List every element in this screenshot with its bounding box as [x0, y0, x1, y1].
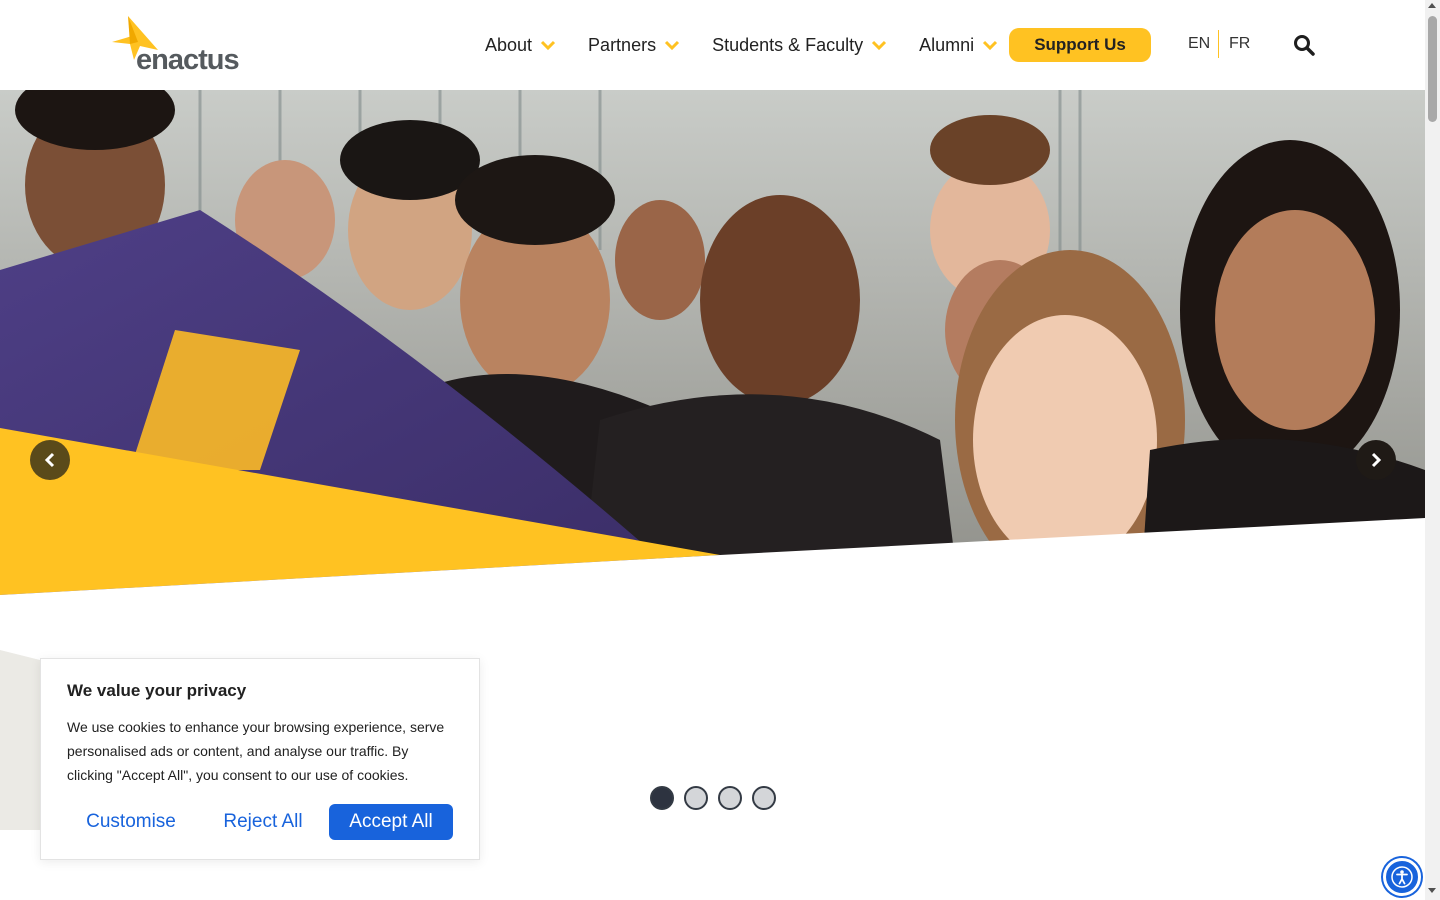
- nav-label: About: [485, 34, 533, 55]
- scroll-up-arrow-icon[interactable]: [1428, 3, 1436, 8]
- chevron-down-icon: [665, 40, 680, 51]
- scroll-down-arrow-icon[interactable]: [1428, 888, 1436, 893]
- page: enactus About Partners Students & Facult…: [0, 0, 1440, 900]
- search-icon[interactable]: [1292, 33, 1316, 57]
- slider-dot-4[interactable]: [752, 786, 776, 810]
- chevron-down-icon: [983, 40, 998, 51]
- nav-item-about[interactable]: About: [485, 35, 556, 56]
- scrollbar-thumb[interactable]: [1428, 16, 1437, 122]
- chevron-right-icon: [1371, 452, 1382, 468]
- chevron-left-icon: [44, 452, 55, 468]
- slider-next-button[interactable]: [1356, 440, 1396, 480]
- slider-pagination: [650, 786, 786, 810]
- cookie-consent-banner: We value your privacy We use cookies to …: [40, 658, 480, 860]
- nav-item-partners[interactable]: Partners: [588, 35, 680, 56]
- site-header: enactus About Partners Students & Facult…: [0, 0, 1425, 90]
- cookie-title: We value your privacy: [67, 681, 247, 700]
- nav-label: Alumni: [919, 34, 975, 55]
- nav-label: Partners: [588, 34, 657, 55]
- chevron-down-icon: [540, 40, 556, 51]
- chevron-down-icon: [872, 40, 887, 51]
- slider-prev-button[interactable]: [30, 440, 70, 480]
- support-us-button[interactable]: Support Us: [1009, 28, 1151, 62]
- reject-all-button[interactable]: Reject All: [211, 804, 315, 840]
- page-scrollbar[interactable]: [1425, 0, 1440, 900]
- main-nav: About Partners Students & Faculty Alumni: [485, 28, 1030, 62]
- lang-divider: [1218, 30, 1219, 58]
- accessibility-button[interactable]: [1383, 858, 1421, 896]
- enactus-logo[interactable]: enactus: [112, 16, 252, 76]
- slider-dot-3[interactable]: [718, 786, 742, 810]
- accept-all-button[interactable]: Accept All: [329, 804, 453, 840]
- lang-fr-link[interactable]: FR: [1229, 35, 1250, 53]
- lang-en-link[interactable]: EN: [1188, 35, 1210, 53]
- nav-item-alumni[interactable]: Alumni: [919, 35, 998, 56]
- hero-slider: [0, 90, 1425, 600]
- nav-label: Students & Faculty: [712, 34, 864, 55]
- slider-dot-2[interactable]: [684, 786, 708, 810]
- slider-dot-1[interactable]: [650, 786, 674, 810]
- logo-text: enactus: [136, 44, 240, 76]
- hero-photo: [0, 90, 1425, 600]
- customise-button[interactable]: Customise: [73, 804, 189, 840]
- cookie-description: We use cookies to enhance your browsing …: [67, 719, 445, 783]
- accessibility-icon: [1391, 866, 1413, 888]
- nav-item-students-faculty[interactable]: Students & Faculty: [712, 35, 887, 56]
